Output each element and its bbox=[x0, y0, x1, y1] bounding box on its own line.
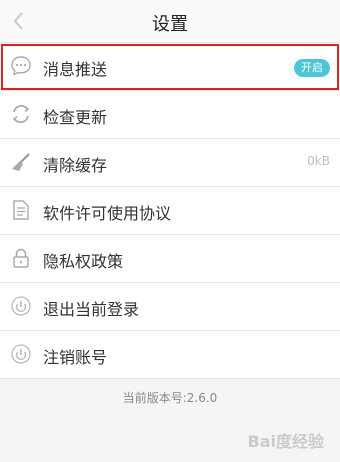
setting-logout[interactable]: 退出当前登录 bbox=[0, 283, 340, 331]
refresh-icon bbox=[10, 103, 32, 125]
setting-label: 消息推送 bbox=[43, 60, 108, 79]
setting-delete-account[interactable]: 注销账号 bbox=[0, 331, 340, 379]
logout-icon bbox=[10, 295, 32, 317]
version-text: 当前版本号:2.6.0 bbox=[122, 391, 218, 405]
setting-label: 检查更新 bbox=[43, 108, 108, 127]
settings-list: 消息推送 开启 检查更新 清除缓存 0kB 软件许可使用协议 隐私权政策 退出当… bbox=[0, 43, 340, 379]
setting-privacy-policy[interactable]: 隐私权政策 bbox=[0, 235, 340, 283]
setting-label: 注销账号 bbox=[43, 348, 108, 367]
watermark: Bai度经验 bbox=[247, 432, 324, 451]
setting-push-notifications[interactable]: 消息推送 开启 bbox=[0, 43, 340, 91]
setting-label: 退出当前登录 bbox=[43, 300, 140, 319]
cache-size: 0kB bbox=[307, 154, 330, 168]
lock-icon bbox=[10, 247, 32, 269]
setting-clear-cache[interactable]: 清除缓存 0kB bbox=[0, 139, 340, 187]
setting-check-update[interactable]: 检查更新 bbox=[0, 91, 340, 139]
page-title: 设置 bbox=[152, 14, 188, 35]
setting-label: 清除缓存 bbox=[43, 156, 108, 175]
status-badge[interactable]: 开启 bbox=[294, 59, 330, 77]
setting-label: 隐私权政策 bbox=[43, 252, 124, 271]
top-bar: 设置 bbox=[0, 0, 340, 43]
document-icon bbox=[10, 199, 32, 221]
power-icon bbox=[10, 343, 32, 365]
setting-license-agreement[interactable]: 软件许可使用协议 bbox=[0, 187, 340, 235]
broom-icon bbox=[10, 151, 32, 173]
message-icon bbox=[10, 55, 32, 77]
setting-label: 软件许可使用协议 bbox=[43, 204, 172, 223]
